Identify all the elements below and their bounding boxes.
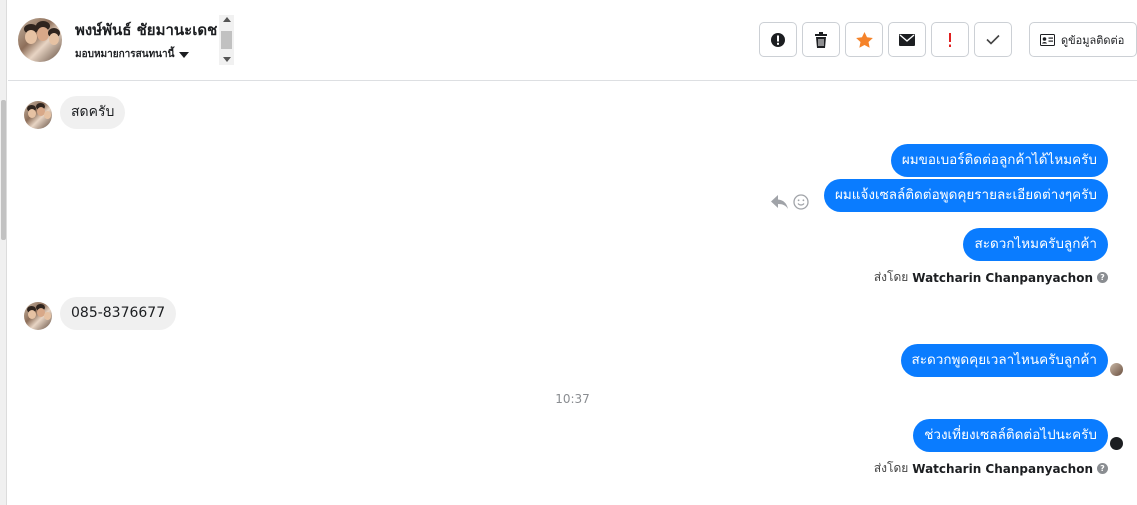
star-button[interactable]: [845, 22, 883, 57]
sent-by-label: ส่งโดย: [873, 461, 909, 475]
assign-conversation-dropdown[interactable]: มอบหมายการสนทนานี้: [75, 47, 190, 62]
emoji-reaction-icon[interactable]: [793, 194, 809, 210]
read-receipt-avatar: [1110, 363, 1123, 376]
follow-up-button[interactable]: [931, 22, 969, 57]
message-thread[interactable]: สดครับ ผมขอเบอร์ติดต่อลูกค้าได้ไหมครับ ผ…: [8, 82, 1137, 505]
sent-by-label: ส่งโดย: [873, 270, 909, 284]
chat-window: พงษ์พันธ์ ชัยมานะเดช มอบหมายการสนทนานี้: [0, 0, 1137, 505]
exclamation-icon: [949, 32, 951, 47]
star-icon: [855, 31, 873, 48]
outgoing-message[interactable]: ผมขอเบอร์ติดต่อลูกค้าได้ไหมครับ: [890, 144, 1108, 177]
incoming-message[interactable]: สดครับ: [60, 96, 126, 129]
conversation-header: พงษ์พันธ์ ชัยมานะเดช มอบหมายการสนทนานี้: [8, 0, 1137, 81]
scroll-up-arrow-icon[interactable]: [223, 17, 231, 22]
outgoing-message[interactable]: สะดวกพูดคุยเวลาไหนครับลูกค้า: [900, 344, 1108, 377]
left-scrollbar-thumb[interactable]: [1, 100, 6, 240]
alert-circle-icon: [771, 32, 785, 47]
incoming-message[interactable]: 085-8376677: [60, 297, 177, 330]
sent-by-line: ส่งโดย Watcharin Chanpanyachon ?: [874, 459, 1108, 478]
mark-done-button[interactable]: [974, 22, 1012, 57]
outgoing-message[interactable]: ช่วงเที่ยงเซลล์ติดต่อไปนะครับ: [913, 419, 1108, 452]
info-icon[interactable]: ?: [1097, 463, 1108, 474]
time-separator: 10:37: [555, 392, 590, 406]
check-icon: [986, 34, 1000, 45]
mark-unread-button[interactable]: [888, 22, 926, 57]
outgoing-message[interactable]: ผมแจ้งเซลล์ติดต่อพูดคุยรายละเอียดต่างๆคร…: [823, 179, 1108, 212]
customer-avatar[interactable]: [18, 18, 62, 62]
mark-spam-button[interactable]: [759, 22, 797, 57]
delete-button[interactable]: [802, 22, 840, 57]
reply-icon[interactable]: [771, 195, 788, 209]
sent-status-icon: [1110, 437, 1123, 450]
scroll-down-arrow-icon[interactable]: [223, 57, 231, 62]
sender-name: Watcharin Chanpanyachon: [912, 270, 1093, 285]
sent-by-line: ส่งโดย Watcharin Chanpanyachon ?: [874, 268, 1108, 287]
assign-conversation-label: มอบหมายการสนทนานี้: [75, 49, 175, 60]
left-scrollbar[interactable]: [0, 0, 7, 505]
trash-icon: [815, 31, 827, 48]
info-icon[interactable]: ?: [1097, 272, 1108, 283]
customer-name: พงษ์พันธ์ ชัยมานะเดช: [75, 21, 218, 39]
outgoing-message[interactable]: สะดวกไหมครับลูกค้า: [963, 228, 1108, 261]
contact-card-icon: [1040, 33, 1055, 46]
header-mini-scrollbar-thumb[interactable]: [221, 31, 232, 49]
header-mini-scrollbar[interactable]: [219, 15, 234, 65]
customer-message-avatar[interactable]: [24, 302, 52, 330]
message-hover-actions: [771, 194, 809, 210]
sender-name: Watcharin Chanpanyachon: [912, 461, 1093, 476]
caret-down-icon: [179, 51, 190, 58]
envelope-icon: [899, 33, 915, 46]
customer-message-avatar[interactable]: [24, 101, 52, 129]
view-contact-button[interactable]: ดูข้อมูลติดต่อ: [1029, 22, 1137, 57]
view-contact-label: ดูข้อมูลติดต่อ: [1061, 33, 1125, 47]
